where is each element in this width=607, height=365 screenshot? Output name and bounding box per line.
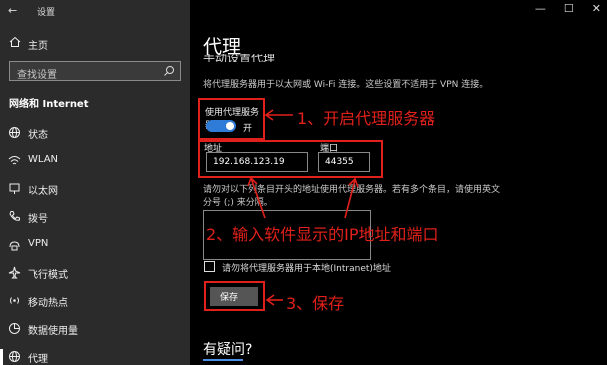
sidebar-item-label: 移动热点	[28, 298, 68, 309]
address-value: 192.168.123.19	[213, 157, 285, 167]
sidebar-item-mobile-hotspot[interactable]: 移动热点	[0, 290, 190, 312]
app-title: 设置	[37, 8, 56, 18]
sidebar: ← 设置 主页 查找设置 网络和 Internet 状态 WLAN 以太网 拨号…	[0, 0, 190, 365]
sidebar-item-label: 飞行模式	[28, 270, 68, 281]
title-bar: ← 设置	[0, 0, 190, 22]
section-heading: 手动设置代理	[203, 54, 276, 62]
section-title: 网络和 Internet	[9, 99, 89, 110]
toggle-state-text: 开	[243, 124, 253, 134]
sidebar-item-label: 代理	[28, 354, 48, 365]
address-field[interactable]: 192.168.123.19	[206, 152, 308, 172]
sidebar-item-label: VPN	[28, 238, 49, 249]
port-value: 44355	[325, 157, 354, 167]
globe-icon	[9, 351, 20, 362]
use-proxy-toggle[interactable]	[206, 120, 236, 132]
sidebar-item-data-usage[interactable]: 数据使用量	[0, 318, 190, 340]
sidebar-item-home[interactable]: 主页	[0, 34, 190, 54]
help-title: 有疑问?	[203, 342, 253, 358]
sidebar-item-dialup[interactable]: 拨号	[0, 206, 190, 228]
sidebar-item-proxy[interactable]: 代理	[0, 346, 190, 365]
sidebar-item-ethernet[interactable]: 以太网	[0, 178, 190, 200]
vpn-icon	[9, 241, 20, 251]
search-placeholder: 查找设置	[17, 70, 57, 81]
toggle-highlight-box: 使用代理服务器 开	[198, 98, 265, 140]
annotation-step2: 2、输入软件显示的IP地址和端口	[206, 225, 439, 244]
globe-icon	[9, 127, 20, 138]
annotation-step1: 1、开启代理服务器	[297, 109, 436, 128]
airplane-icon	[8, 266, 21, 279]
search-icon[interactable]	[163, 65, 175, 77]
maximize-button[interactable]: ☐	[564, 2, 574, 15]
save-button[interactable]: 保存	[210, 287, 258, 306]
sidebar-item-vpn[interactable]: VPN	[0, 234, 190, 256]
sidebar-item-label: 数据使用量	[28, 326, 78, 337]
proxy-description: 将代理服务器用于以太网或 Wi-Fi 连接。这些设置不适用于 VPN 连接。	[203, 80, 489, 90]
sidebar-item-label: WLAN	[28, 154, 59, 165]
close-button[interactable]: ✕	[592, 2, 601, 15]
window-controls: — ☐ ✕	[535, 2, 601, 15]
sidebar-item-label: 以太网	[28, 186, 58, 197]
annotation-step3: 3、保存	[286, 294, 345, 313]
sidebar-item-label: 拨号	[28, 214, 48, 225]
toggle-knob	[226, 122, 234, 130]
minimize-button[interactable]: —	[535, 2, 546, 15]
local-bypass-checkbox[interactable]	[204, 261, 215, 272]
active-indicator	[0, 349, 3, 365]
ethernet-icon	[9, 183, 20, 194]
sidebar-item-airplane-mode[interactable]: 飞行模式	[0, 262, 190, 284]
sidebar-item-status[interactable]: 状态	[0, 122, 190, 144]
help-link[interactable]	[203, 359, 243, 365]
port-field[interactable]: 44355	[318, 152, 370, 172]
search-input[interactable]: 查找设置	[9, 61, 181, 81]
phone-icon	[9, 211, 20, 221]
hotspot-icon	[10, 297, 19, 304]
home-icon	[9, 36, 21, 47]
sidebar-item-wlan[interactable]: WLAN	[0, 150, 190, 172]
wifi-icon	[8, 156, 21, 165]
local-bypass-label: 请勿将代理服务器用于本地(Intranet)地址	[222, 264, 391, 274]
sidebar-item-label: 状态	[28, 130, 48, 141]
back-arrow-icon[interactable]: ←	[8, 4, 17, 17]
exceptions-description: 请勿对以下列条目开头的地址使用代理服务器。若有多个条目，请使用英文分号 (;) …	[203, 185, 501, 208]
main-content: — ☐ ✕ 代理 手动设置代理 将代理服务器用于以太网或 Wi-Fi 连接。这些…	[190, 0, 607, 365]
sidebar-item-label: 主页	[28, 41, 48, 52]
data-usage-icon	[9, 323, 20, 334]
